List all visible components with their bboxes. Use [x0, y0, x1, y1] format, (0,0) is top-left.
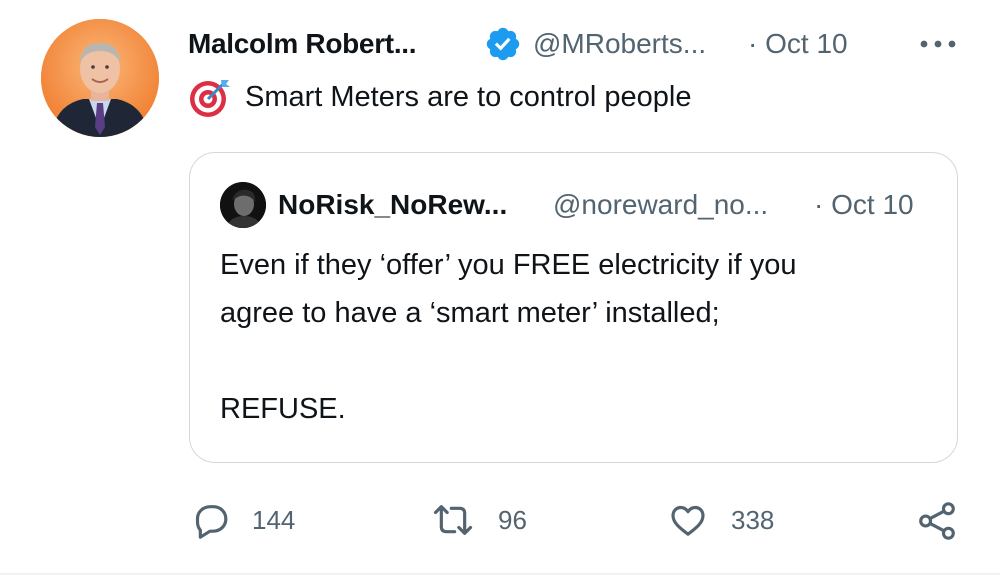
author-handle[interactable]: @MRoberts...	[533, 28, 706, 60]
tweet-header: Malcolm Robert... @MRoberts... · Oct 10	[188, 22, 968, 66]
quoted-text-line: Even if they ‘offer’ you FREE electricit…	[220, 249, 797, 281]
quoted-author-name[interactable]: NoRisk_NoRew...	[278, 189, 507, 221]
author-avatar[interactable]	[41, 19, 159, 137]
retweet-button[interactable]: 96	[430, 495, 550, 545]
tweet-date[interactable]: · Oct 10	[748, 28, 848, 60]
quoted-text-line: REFUSE.	[220, 393, 346, 425]
retweet-icon	[433, 505, 473, 535]
reply-icon	[195, 505, 228, 539]
direct-hit-target-icon	[188, 78, 232, 118]
like-button[interactable]: 338	[667, 495, 797, 545]
quoted-author-handle[interactable]: @noreward_no...	[553, 189, 768, 221]
quoted-text-line: agree to have a ‘smart meter’ installed;	[220, 297, 720, 329]
reply-button[interactable]: 144	[190, 495, 310, 545]
reply-count: 144	[252, 505, 296, 535]
tweet[interactable]: Malcolm Robert... @MRoberts... · Oct 10	[0, 0, 1000, 584]
retweet-count: 96	[498, 505, 527, 535]
tweet-actions: 144 96 338	[0, 495, 1000, 545]
quoted-tweet-card[interactable]: NoRisk_NoRew... @noreward_no... · Oct 10…	[189, 152, 958, 463]
heart-icon	[671, 505, 705, 536]
divider	[0, 573, 1000, 575]
share-button[interactable]	[916, 495, 960, 545]
quoted-tweet-date[interactable]: · Oct 10	[814, 189, 914, 221]
share-icon	[919, 502, 955, 540]
tweet-text: Smart Meters are to control people	[245, 81, 692, 113]
author-name[interactable]: Malcolm Robert...	[188, 28, 417, 60]
more-options-icon[interactable]	[918, 36, 958, 52]
verified-badge-icon	[484, 25, 522, 63]
like-count: 338	[731, 505, 775, 535]
quoted-author-avatar[interactable]	[220, 182, 266, 228]
